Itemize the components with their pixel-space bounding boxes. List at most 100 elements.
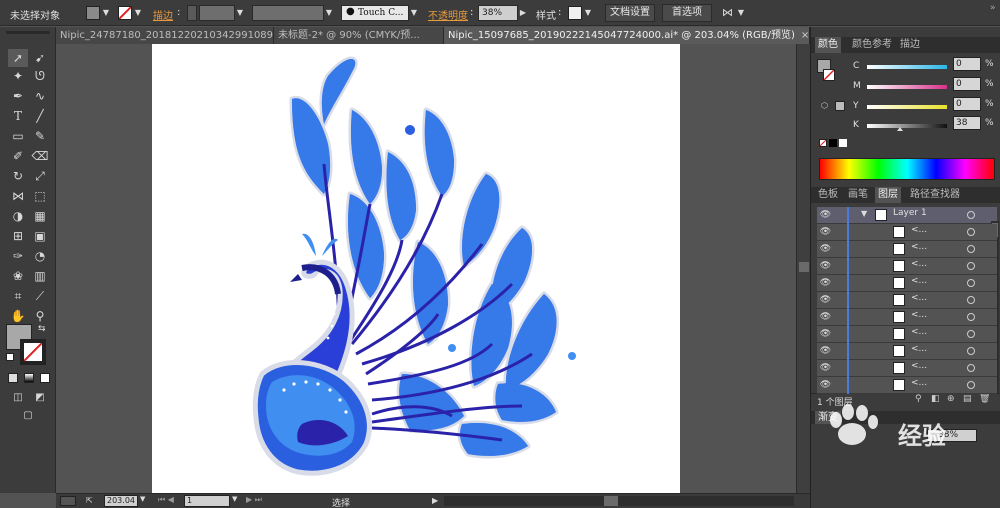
target-icon[interactable] <box>967 381 975 389</box>
tools-grip[interactable] <box>6 31 50 34</box>
eye-icon[interactable]: 👁 <box>817 275 834 291</box>
brush-dropdown[interactable]: ● Touch C... <box>341 5 409 21</box>
black-color-icon[interactable] <box>829 139 837 147</box>
sublayer-name[interactable]: <... <box>911 378 927 388</box>
sublayer-name[interactable]: <... <box>911 327 927 337</box>
eye-icon[interactable]: 👁 <box>817 292 834 308</box>
vertical-scrollbar[interactable] <box>796 44 810 493</box>
zoom-tool-icon[interactable]: ⚲ <box>30 307 50 325</box>
eye-icon[interactable]: 👁 <box>817 258 834 274</box>
fill-dropdown-icon[interactable]: ▼ <box>101 5 111 21</box>
channel-k-slider[interactable] <box>867 124 947 128</box>
target-icon[interactable] <box>967 296 975 304</box>
lasso-tool-icon[interactable]: ᘎ <box>30 67 50 85</box>
white-color-icon[interactable] <box>839 139 847 147</box>
type-tool-icon[interactable]: T <box>8 107 28 125</box>
direct-selection-tool-icon[interactable]: ➹ <box>30 49 50 67</box>
zoom-menu-icon[interactable] <box>60 496 76 506</box>
page-dropdown-icon[interactable]: ▼ <box>232 495 242 507</box>
opacity-label[interactable]: 不透明度 <box>428 7 468 22</box>
color-mode-icon[interactable] <box>8 373 18 383</box>
out-of-gamut-icon[interactable]: ⬡ <box>821 101 831 111</box>
mesh-tool-icon[interactable]: ⊞ <box>8 227 28 245</box>
style-swatch[interactable] <box>568 6 582 20</box>
draw-normal-icon[interactable]: ◫ <box>8 389 28 407</box>
blend-tool-icon[interactable]: ◔ <box>30 247 50 265</box>
brush-arrow-icon[interactable]: ▼ <box>409 5 419 21</box>
tab-swatches[interactable]: 色板 <box>815 187 841 203</box>
scale-tool-icon[interactable]: ⤢ <box>30 167 50 185</box>
first-prev-page-icons[interactable]: ⏮ ◀ <box>158 495 182 507</box>
gradient-tool-icon[interactable]: ▣ <box>30 227 50 245</box>
gradient-mode-icon[interactable] <box>24 373 34 383</box>
sublayer-row[interactable]: 👁 <... <box>817 377 997 394</box>
style-arrow-icon[interactable]: ▼ <box>583 5 593 21</box>
channel-c-slider[interactable] <box>867 65 947 69</box>
close-panel-icon[interactable]: » <box>990 3 998 15</box>
tab-stroke[interactable]: 描边 <box>897 37 923 53</box>
perspective-grid-tool-icon[interactable]: ▦ <box>30 207 50 225</box>
none-mode-icon[interactable] <box>40 373 50 383</box>
stroke-dropdown-icon[interactable]: ▼ <box>133 5 143 21</box>
sublayer-row[interactable]: 👁 <... <box>817 275 997 292</box>
line-tool-icon[interactable]: ╱ <box>30 107 50 125</box>
tab-pathfinder[interactable]: 路径查找器 <box>907 187 963 203</box>
tab-brushes[interactable]: 画笔 <box>845 187 871 203</box>
eye-icon[interactable]: 👁 <box>817 377 834 393</box>
page-input[interactable]: 1 <box>184 495 230 507</box>
rotate-tool-icon[interactable]: ↻ <box>8 167 28 185</box>
zoom-input[interactable]: 203.04 <box>104 495 138 507</box>
expand-triangle-icon[interactable]: ▼ <box>861 209 867 218</box>
channel-y-value[interactable]: 0 <box>953 97 981 111</box>
eraser-tool-icon[interactable]: ⌫ <box>30 147 50 165</box>
layer-name[interactable]: Layer 1 <box>893 208 927 218</box>
fill-swatch[interactable] <box>86 6 100 20</box>
channel-k-thumb-icon[interactable] <box>897 127 903 131</box>
scrollbar-thumb[interactable] <box>799 262 809 272</box>
sublayer-name[interactable]: <... <box>911 310 927 320</box>
channel-m-slider[interactable] <box>867 85 947 89</box>
sublayer-name[interactable]: <... <box>911 276 927 286</box>
eye-icon[interactable]: 👁 <box>817 326 834 342</box>
eye-icon[interactable]: 👁 <box>817 241 834 257</box>
tab-document-3[interactable]: Nipic_15097685_20190222145047724000.ai* … <box>444 27 810 44</box>
sublayer-row[interactable]: 👁 <... <box>817 343 997 360</box>
channel-k-value[interactable]: 38 <box>953 116 981 130</box>
peacock-artwork[interactable] <box>152 44 680 493</box>
opacity-arrow-icon[interactable]: ▶ <box>518 5 528 21</box>
free-transform-tool-icon[interactable]: ⬚ <box>30 187 50 205</box>
stroke-label[interactable]: 描边 <box>153 7 173 22</box>
eyedropper-tool-icon[interactable]: ✑ <box>8 247 28 265</box>
target-icon[interactable] <box>967 262 975 270</box>
channel-m-value[interactable]: 0 <box>953 77 981 91</box>
stroke-weight-dropdown-icon[interactable]: ▼ <box>235 5 245 21</box>
magic-wand-tool-icon[interactable]: ✦ <box>8 67 28 85</box>
sublayer-row[interactable]: 👁 <... <box>817 258 997 275</box>
variable-width-dropdown[interactable] <box>252 5 324 21</box>
target-icon[interactable] <box>967 347 975 355</box>
width-tool-icon[interactable]: ⋈ <box>8 187 28 205</box>
sublayer-name[interactable]: <... <box>911 344 927 354</box>
slice-tool-icon[interactable]: ⟋ <box>30 287 50 305</box>
tab-document-2[interactable]: 未标题-2* @ 90% (CMYK/预... <box>274 27 444 44</box>
default-colors-icon[interactable] <box>6 353 14 361</box>
sublayer-row[interactable]: 👁 <... <box>817 241 997 258</box>
target-icon[interactable] <box>967 313 975 321</box>
tab-color[interactable]: 颜色 <box>815 37 841 53</box>
draw-behind-icon[interactable]: ◩ <box>30 389 50 407</box>
eye-icon[interactable]: 👁 <box>817 224 834 240</box>
arrange-icon[interactable]: ⋈ <box>722 6 736 20</box>
sublayer-row[interactable]: 👁 <... <box>817 360 997 377</box>
symbol-sprayer-tool-icon[interactable]: ❀ <box>8 267 28 285</box>
panel-menu-icon[interactable]: ▼ <box>736 5 746 21</box>
target-icon[interactable] <box>967 228 975 236</box>
pencil-tool-icon[interactable]: ✐ <box>8 147 28 165</box>
stroke-color-box[interactable] <box>20 339 46 365</box>
target-icon[interactable] <box>967 279 975 287</box>
channel-c-value[interactable]: 0 <box>953 57 981 71</box>
eye-icon[interactable]: 👁 <box>817 309 834 325</box>
stroke-weight-input[interactable] <box>199 5 235 21</box>
tab-color-guide[interactable]: 颜色参考 <box>849 37 895 53</box>
layer-row[interactable]: 👁 ▼ Layer 1 <box>817 207 997 224</box>
rectangle-tool-icon[interactable]: ▭ <box>8 127 28 145</box>
